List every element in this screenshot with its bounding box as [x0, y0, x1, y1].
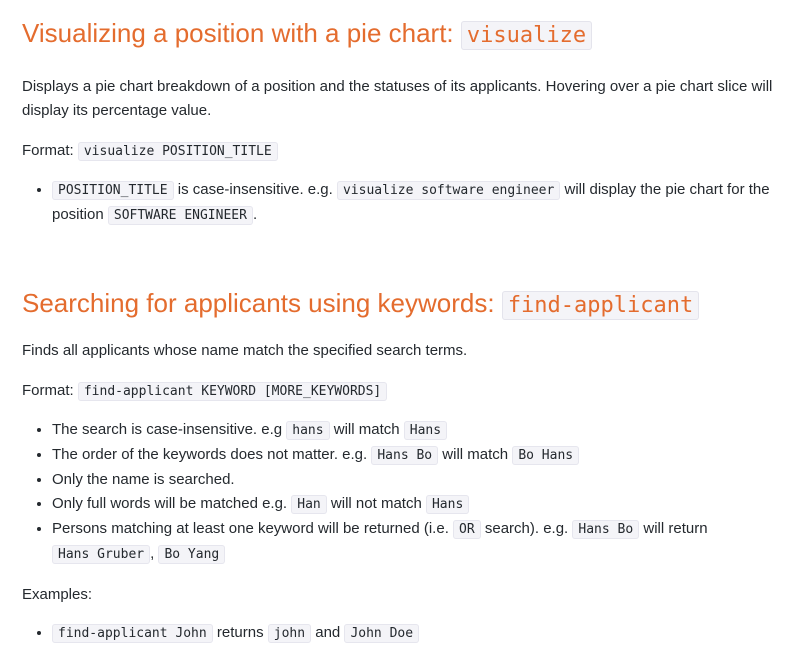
- list-text: will return: [639, 520, 708, 537]
- section-heading-find-applicant: Searching for applicants using keywords:…: [22, 284, 780, 325]
- format-line: Format: find-applicant KEYWORD [MORE_KEY…: [22, 379, 780, 404]
- list-text: The search is case-insensitive. e.g: [52, 421, 287, 438]
- format-line: Format: visualize POSITION_TITLE: [22, 139, 780, 164]
- list-text: and: [311, 624, 345, 641]
- list-text: .: [252, 206, 258, 223]
- inline-code: Hans Gruber: [52, 545, 151, 564]
- list-item: Only full words will be matched e.g. Han…: [52, 492, 780, 517]
- heading-text: Visualizing a position with a pie chart:: [22, 18, 461, 48]
- list-item: Persons matching at least one keyword wi…: [52, 517, 780, 567]
- inline-code: hans: [286, 421, 330, 440]
- list-item: The search is case-insensitive. e.g hans…: [52, 418, 780, 443]
- list-text: returns: [212, 624, 268, 641]
- heading-text: Searching for applicants using keywords:: [22, 288, 502, 318]
- list-text: will match: [438, 446, 513, 463]
- list-text: is case-insensitive. e.g.: [173, 181, 337, 198]
- list-text: will match: [329, 421, 404, 438]
- inline-code: Hans: [403, 421, 448, 440]
- examples-label: Examples:: [22, 586, 93, 603]
- section-heading-visualize: Visualizing a position with a pie chart:…: [22, 14, 780, 55]
- heading-code: visualize: [460, 21, 593, 50]
- inline-code: Bo Hans: [512, 446, 580, 465]
- list-item: find-applicant John returns john and Joh…: [52, 621, 780, 646]
- list-text: will not match: [326, 495, 426, 512]
- inline-code: Hans Bo: [371, 446, 439, 465]
- document-page: Visualizing a position with a pie chart:…: [0, 0, 802, 646]
- section-description: Finds all applicants whose name match th…: [22, 342, 468, 359]
- inline-code: find-applicant John: [52, 624, 213, 643]
- list-item: The order of the keywords does not matte…: [52, 443, 780, 468]
- list-text: The order of the keywords does not matte…: [52, 446, 372, 463]
- format-code: visualize POSITION_TITLE: [77, 142, 278, 161]
- list-item: Only the name is searched.: [52, 468, 780, 492]
- heading-code: find-applicant: [501, 291, 700, 320]
- inline-code: John Doe: [344, 624, 420, 643]
- inline-code: john: [267, 624, 312, 643]
- bullet-list: The search is case-insensitive. e.g hans…: [22, 418, 780, 567]
- inline-code: OR: [453, 520, 481, 539]
- list-text: Only full words will be matched e.g.: [52, 495, 292, 512]
- inline-code: Hans: [425, 495, 470, 514]
- list-text: Persons matching at least one keyword wi…: [52, 520, 454, 537]
- list-text: search). e.g.: [480, 520, 573, 537]
- format-label: Format:: [22, 382, 78, 399]
- inline-code: Han: [291, 495, 327, 514]
- list-item: POSITION_TITLE is case-insensitive. e.g.…: [52, 178, 780, 228]
- inline-code: Hans Bo: [572, 520, 640, 539]
- inline-code: Bo Yang: [158, 545, 226, 564]
- section-description: Displays a pie chart breakdown of a posi…: [22, 78, 773, 119]
- inline-code: SOFTWARE ENGINEER: [107, 206, 253, 225]
- inline-code: POSITION_TITLE: [52, 181, 174, 200]
- format-label: Format:: [22, 142, 78, 159]
- bullet-list: POSITION_TITLE is case-insensitive. e.g.…: [22, 178, 780, 228]
- list-text: Only the name is searched.: [52, 471, 235, 488]
- format-code: find-applicant KEYWORD [MORE_KEYWORDS]: [77, 382, 388, 401]
- examples-list: find-applicant John returns john and Joh…: [22, 621, 780, 646]
- inline-code: visualize software engineer: [336, 181, 561, 200]
